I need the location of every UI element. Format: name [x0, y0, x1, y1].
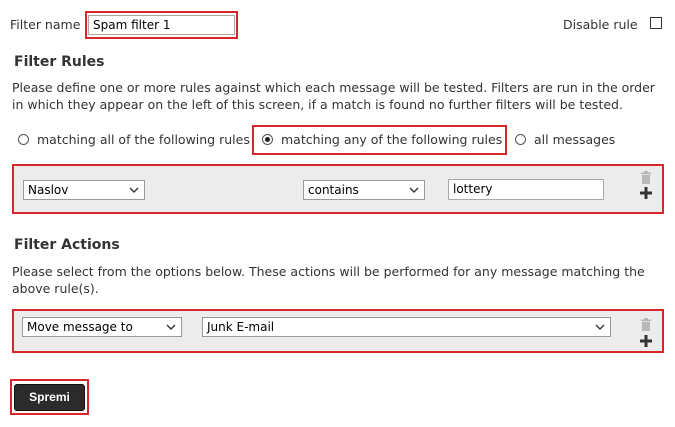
- action-type-value: Move message to: [27, 320, 133, 334]
- trash-icon[interactable]: [640, 318, 652, 331]
- filter-rules-description: Please define one or more rules against …: [12, 80, 655, 112]
- rule-header-value: Naslov: [28, 183, 69, 197]
- rule-value-input[interactable]: lottery: [448, 179, 604, 200]
- all-messages-radio[interactable]: [515, 134, 526, 145]
- filter-name-label: Filter name: [10, 17, 81, 32]
- plus-icon[interactable]: [640, 187, 652, 199]
- filter-actions-description: Please select from the options below. Th…: [12, 264, 645, 296]
- match-all-radio[interactable]: [18, 134, 29, 145]
- match-all-label[interactable]: matching all of the following rules: [37, 132, 250, 147]
- match-any-label[interactable]: matching any of the following rules: [281, 132, 502, 147]
- chevron-down-icon: [409, 187, 419, 193]
- rule-operator-value: contains: [308, 183, 359, 197]
- plus-icon[interactable]: [640, 335, 652, 347]
- rule-operator-select[interactable]: contains: [303, 180, 425, 200]
- chevron-down-icon: [595, 324, 605, 330]
- save-button[interactable]: Spremi: [14, 384, 85, 411]
- filter-name-input[interactable]: Spam filter 1: [88, 15, 235, 35]
- filter-actions-title: Filter Actions: [14, 237, 120, 253]
- action-type-select[interactable]: Move message to: [22, 317, 182, 337]
- disable-rule-checkbox[interactable]: [650, 17, 662, 29]
- action-target-select[interactable]: Junk E-mail: [202, 317, 611, 337]
- trash-icon[interactable]: [640, 171, 652, 184]
- action-target-value: Junk E-mail: [207, 320, 275, 334]
- match-any-radio[interactable]: [262, 134, 273, 145]
- filter-rules-title: Filter Rules: [14, 54, 105, 70]
- all-messages-label[interactable]: all messages: [534, 132, 615, 147]
- chevron-down-icon: [129, 187, 139, 193]
- rule-header-select[interactable]: Naslov: [23, 180, 145, 200]
- disable-rule-label: Disable rule: [563, 17, 638, 32]
- chevron-down-icon: [166, 324, 176, 330]
